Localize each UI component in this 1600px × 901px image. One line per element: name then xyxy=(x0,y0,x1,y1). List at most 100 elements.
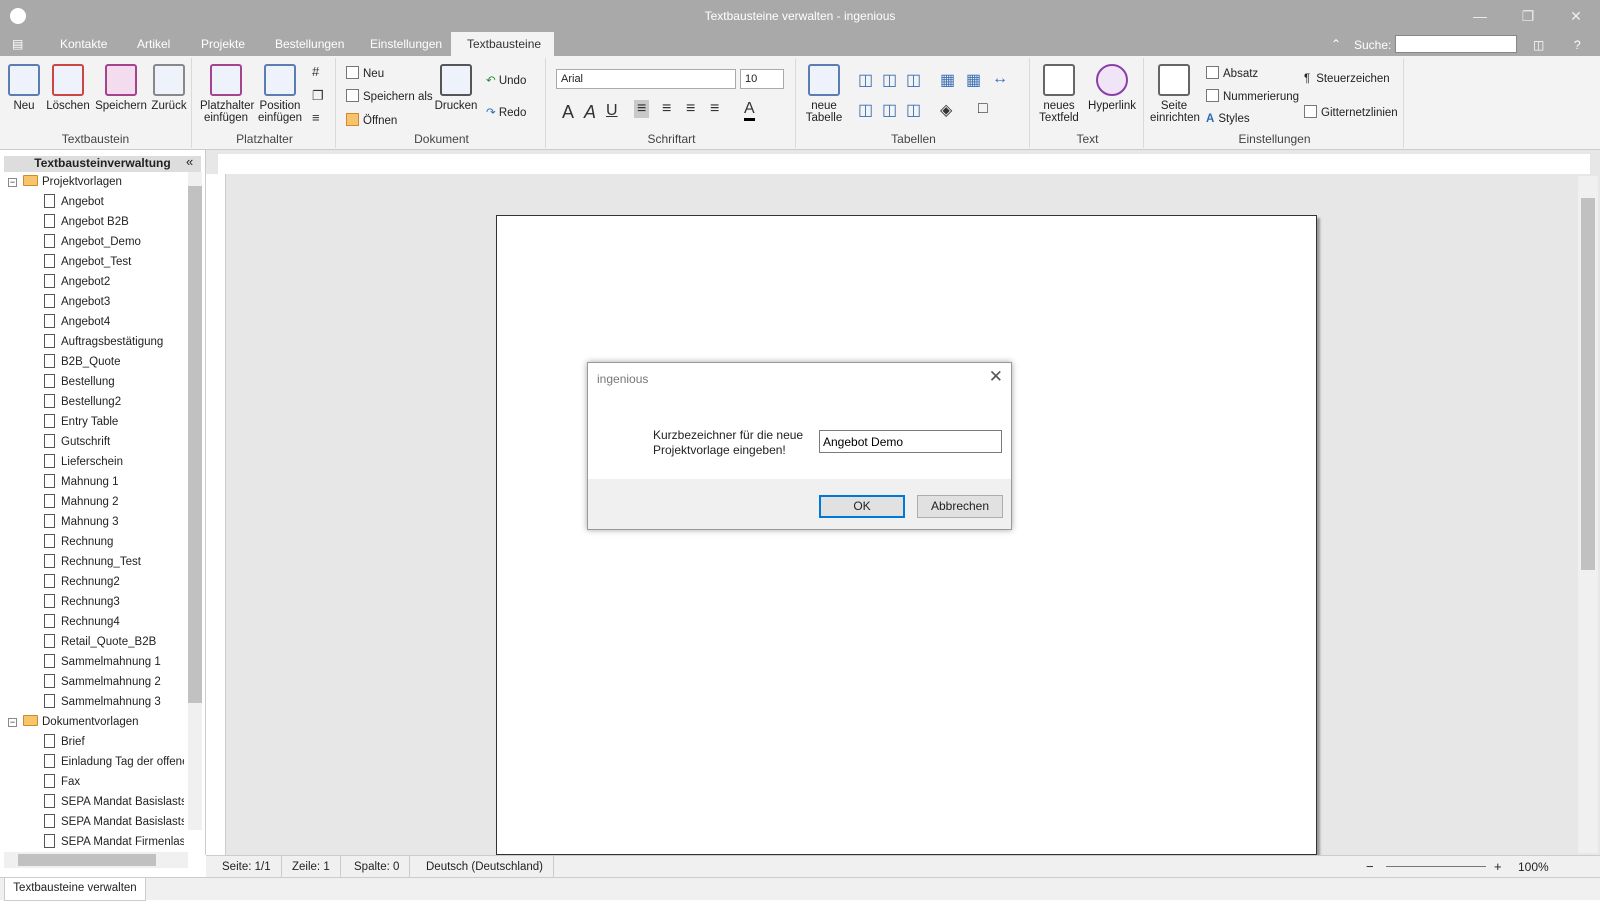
hyperlink-button[interactable]: Hyperlink xyxy=(1086,64,1138,112)
tab-einstellungen[interactable]: Einstellungen xyxy=(354,32,458,56)
close-icon[interactable]: ✕ xyxy=(989,367,1003,387)
tree-item[interactable]: Angebot B2B xyxy=(44,212,184,232)
tree-item[interactable]: Auftragsbestätigung xyxy=(44,332,184,352)
save-as-button[interactable]: Speichern als xyxy=(346,89,433,103)
new-textfield-button[interactable]: neues Textfeld xyxy=(1036,64,1082,124)
tree-item[interactable]: Angebot3 xyxy=(44,292,184,312)
undo-button[interactable]: ↶ Undo xyxy=(486,73,526,87)
new-table-button[interactable]: neue Tabelle xyxy=(802,64,846,124)
tab-kontakte[interactable]: Kontakte xyxy=(44,32,123,56)
font-color-icon[interactable]: A xyxy=(744,100,755,121)
editor-scroll-thumb[interactable] xyxy=(1581,198,1595,570)
tree-item[interactable]: Rechnung_Test xyxy=(44,552,184,572)
gridlines-button[interactable]: Gitternetzlinien xyxy=(1304,105,1398,119)
tree-folder[interactable]: − Dokumentvorlagen xyxy=(8,712,186,732)
control-chars-button[interactable]: ¶ Steuerzeichen xyxy=(1304,73,1390,85)
borders-icon[interactable]: □ xyxy=(978,100,988,118)
tree-item[interactable]: Einladung Tag der offenen xyxy=(44,752,184,772)
font-italic-icon[interactable]: A xyxy=(584,102,596,123)
tree-item[interactable]: Sammelmahnung 3 xyxy=(44,692,184,712)
align-center-icon[interactable]: ≡ xyxy=(686,100,695,118)
tree-item[interactable]: Mahnung 2 xyxy=(44,492,184,512)
tree-item[interactable]: Rechnung3 xyxy=(44,592,184,612)
scroll-thumb[interactable] xyxy=(188,186,202,703)
app-menu-icon[interactable]: ▤ xyxy=(6,32,29,56)
font-grow-icon[interactable]: A xyxy=(562,102,574,123)
tree-item[interactable]: Retail_Quote_B2B xyxy=(44,632,184,652)
tree-item[interactable]: Angebot_Test xyxy=(44,252,184,272)
tree-item[interactable]: Fax xyxy=(44,772,184,792)
tree-item[interactable]: Angebot xyxy=(44,192,184,212)
tree-item[interactable]: Angebot4 xyxy=(44,312,184,332)
tree-item[interactable]: Sammelmahnung 1 xyxy=(44,652,184,672)
tab-bestellungen[interactable]: Bestellungen xyxy=(259,32,360,56)
split-column-icon[interactable]: ◫ xyxy=(906,70,921,90)
ok-button[interactable]: OK xyxy=(819,495,905,518)
table-grid-icon[interactable]: ▦ xyxy=(966,70,981,90)
insert-column-right-icon[interactable]: ◫ xyxy=(882,70,897,90)
collapse-toggle-icon[interactable]: − xyxy=(8,178,17,187)
hscroll-thumb[interactable] xyxy=(18,854,156,866)
close-icon[interactable]: ✕ xyxy=(1566,6,1586,26)
save-button[interactable]: Speichern xyxy=(95,64,147,112)
editor-scrollbar[interactable] xyxy=(1578,176,1598,853)
tree-item[interactable]: B2B_Quote xyxy=(44,352,184,372)
tab-textbausteine[interactable]: Textbausteine xyxy=(451,32,554,56)
zoom-out-icon[interactable]: − xyxy=(1366,859,1374,874)
cancel-button[interactable]: Abbrechen xyxy=(917,495,1003,518)
tree-item[interactable]: Mahnung 3 xyxy=(44,512,184,532)
tree-item[interactable]: SEPA Mandat Basislastsch xyxy=(44,792,184,812)
spacing-icon[interactable]: ≡ xyxy=(312,110,320,125)
tree-item[interactable]: Lieferschein xyxy=(44,452,184,472)
select-table-icon[interactable]: ▦ xyxy=(940,70,955,90)
insert-position-button[interactable]: Position einfügen xyxy=(256,64,304,124)
align-right-icon[interactable]: ≡ xyxy=(662,100,671,118)
doc-new-button[interactable]: Neu xyxy=(346,66,384,80)
tree-item[interactable]: Bestellung xyxy=(44,372,184,392)
redo-button[interactable]: ↷ Redo xyxy=(486,105,526,119)
tree-item[interactable]: Angebot_Demo xyxy=(44,232,184,252)
tree-item[interactable]: Brief xyxy=(44,732,184,752)
restore-icon[interactable]: ❐ xyxy=(1518,6,1538,26)
tree-item[interactable]: Sammelmahnung 2 xyxy=(44,672,184,692)
align-left-icon[interactable]: ≡ xyxy=(634,100,650,118)
font-name-select[interactable]: Arial xyxy=(556,69,736,89)
fill-color-icon[interactable]: ◈ xyxy=(940,100,952,120)
tree-folder[interactable]: − Projektvorlagen xyxy=(8,172,186,192)
collapse-toggle-icon[interactable]: − xyxy=(8,718,17,727)
sidebar-hscrollbar[interactable] xyxy=(4,852,188,868)
split-row-icon[interactable]: ◫ xyxy=(906,100,921,120)
tree-item[interactable]: Mahnung 1 xyxy=(44,472,184,492)
copy-icon[interactable]: ❐ xyxy=(312,88,324,104)
minimize-icon[interactable]: — xyxy=(1470,6,1490,26)
tree-item[interactable]: Angebot2 xyxy=(44,272,184,292)
field-hash-icon[interactable]: # xyxy=(312,64,319,79)
delete-button[interactable]: Löschen xyxy=(46,64,90,112)
tree-item[interactable]: Bestellung2 xyxy=(44,392,184,412)
horizontal-ruler[interactable] xyxy=(218,154,1590,174)
shortname-input[interactable] xyxy=(819,430,1002,453)
insert-placeholder-button[interactable]: Platzhalter einfügen xyxy=(200,64,254,124)
collapse-ribbon-icon[interactable]: ⌃ xyxy=(1331,37,1341,51)
zoom-slider[interactable] xyxy=(1386,866,1486,867)
tree-item[interactable]: SEPA Mandat Firmenlastsc xyxy=(44,832,184,852)
zoom-in-icon[interactable]: + xyxy=(1494,859,1502,874)
styles-button[interactable]: A Styles xyxy=(1206,113,1250,125)
language-indicator[interactable]: Deutsch (Deutschland) xyxy=(416,856,554,878)
paragraph-button[interactable]: Absatz xyxy=(1206,66,1258,80)
page-setup-button[interactable]: Seite einrichten xyxy=(1150,64,1200,124)
help-icon[interactable]: ? xyxy=(1574,38,1581,52)
tree-item[interactable]: Rechnung4 xyxy=(44,612,184,632)
bottom-tab[interactable]: Textbausteine verwalten xyxy=(4,878,146,901)
document-page[interactable] xyxy=(496,215,1317,855)
print-button[interactable]: Drucken xyxy=(434,64,478,112)
insert-row-above-icon[interactable]: ◫ xyxy=(858,100,873,120)
insert-row-below-icon[interactable]: ◫ xyxy=(882,100,897,120)
tree-item[interactable]: SEPA Mandat Basislastsch xyxy=(44,812,184,832)
binoculars-icon[interactable]: ◫ xyxy=(1533,38,1544,52)
font-size-select[interactable]: 10 xyxy=(740,69,784,89)
underline-icon[interactable]: U xyxy=(606,102,618,120)
tab-projekte[interactable]: Projekte xyxy=(185,32,261,56)
vertical-ruler[interactable] xyxy=(206,174,226,855)
back-button[interactable]: Zurück xyxy=(150,64,188,112)
